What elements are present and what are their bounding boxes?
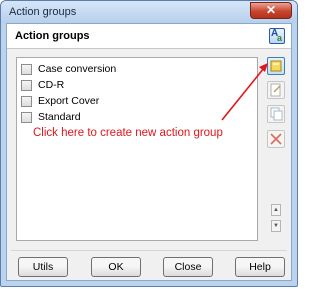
utils-button-label: Utils [32,261,54,273]
duplicate-button[interactable] [267,105,285,123]
list-item-label: Case conversion [38,63,117,75]
annotation-text: Click here to create new action group [33,127,223,139]
new-action-group-button[interactable] [267,57,285,75]
ok-button-label: OK [108,261,124,273]
list-item-label: Standard [38,111,81,123]
dialog-window: Action groups ✕ Action groups Aa Case co… [0,0,298,287]
window-title: Action groups [9,6,77,18]
font-icon: Aa [269,28,285,44]
list-item-label: CD-R [38,79,65,91]
window-close-button[interactable]: ✕ [250,2,292,19]
help-button[interactable]: Help [235,257,285,277]
down-arrow-icon: ▼ [273,223,279,229]
ok-button[interactable]: OK [91,257,141,277]
delete-button[interactable] [267,130,285,148]
dialog-header: Action groups Aa [7,24,291,49]
move-up-button[interactable]: ▲ [271,204,281,216]
move-down-button[interactable]: ▼ [271,220,281,232]
close-button[interactable]: Close [163,257,213,277]
title-bar: Action groups ✕ [1,1,297,23]
delete-icon [270,133,282,145]
utils-button[interactable]: Utils [18,257,68,277]
duplicate-icon [270,107,283,121]
list-item[interactable]: Export Cover [21,94,99,108]
list-item[interactable]: Standard [21,110,81,124]
list-item-label: Export Cover [38,95,100,107]
edit-button[interactable] [267,81,285,99]
checkbox[interactable] [21,63,32,75]
close-icon: ✕ [265,3,277,17]
list-item[interactable]: Case conversion [21,62,116,76]
new-action-group-icon [270,60,282,72]
action-group-list[interactable]: Case conversion CD-R Export Cover Standa… [16,57,258,241]
dialog-client-area: Action groups Aa Case conversion CD-R Ex… [6,23,292,281]
up-arrow-icon: ▲ [273,207,279,213]
checkbox[interactable] [21,111,32,123]
edit-icon [270,83,281,97]
divider [11,250,287,251]
header-title: Action groups [15,30,90,42]
list-item[interactable]: CD-R [21,78,64,92]
checkbox[interactable] [21,79,32,91]
close-button-label: Close [174,261,202,273]
checkbox[interactable] [21,95,32,107]
help-button-label: Help [249,261,271,273]
